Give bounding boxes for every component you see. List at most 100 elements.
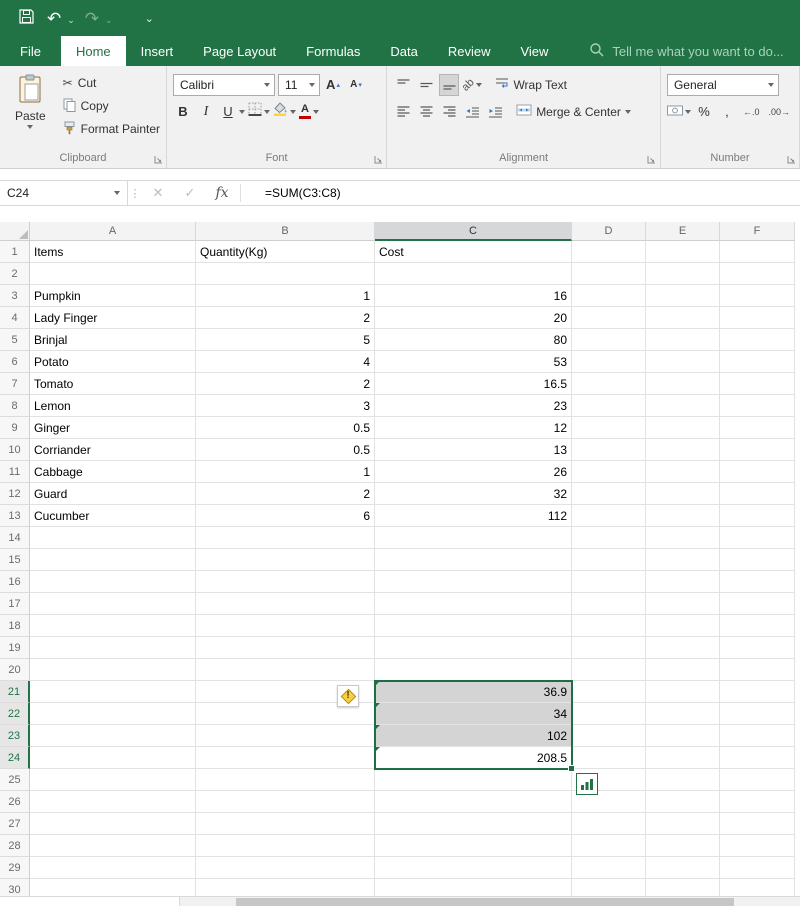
font-dialog-launcher-icon[interactable] — [373, 154, 383, 164]
tell-me-box[interactable]: Tell me what you want to do... — [589, 36, 784, 66]
row-header-3[interactable]: 3 — [0, 285, 30, 307]
cell-C27[interactable] — [375, 813, 572, 835]
cell-F11[interactable] — [720, 461, 795, 483]
cell-F6[interactable] — [720, 351, 795, 373]
cell-B29[interactable] — [196, 857, 375, 879]
cell-C2[interactable] — [375, 263, 572, 285]
row-header-9[interactable]: 9 — [0, 417, 30, 439]
cell-C17[interactable] — [375, 593, 572, 615]
cell-C28[interactable] — [375, 835, 572, 857]
cell-B18[interactable] — [196, 615, 375, 637]
cell-F13[interactable] — [720, 505, 795, 527]
cell-D9[interactable] — [572, 417, 646, 439]
cell-B27[interactable] — [196, 813, 375, 835]
cell-A20[interactable] — [30, 659, 196, 681]
tab-view[interactable]: View — [505, 36, 563, 66]
cell-B13[interactable]: 6 — [196, 505, 375, 527]
row-header-16[interactable]: 16 — [0, 571, 30, 593]
cell-C3[interactable]: 16 — [375, 285, 572, 307]
tab-data[interactable]: Data — [375, 36, 432, 66]
underline-button[interactable]: U — [219, 101, 245, 123]
percent-style-button[interactable]: % — [694, 101, 714, 123]
cell-A29[interactable] — [30, 857, 196, 879]
cell-C10[interactable]: 13 — [375, 439, 572, 461]
row-header-7[interactable]: 7 — [0, 373, 30, 395]
row-header-26[interactable]: 26 — [0, 791, 30, 813]
row-header-1[interactable]: 1 — [0, 241, 30, 263]
tab-page-layout[interactable]: Page Layout — [188, 36, 291, 66]
cell-A15[interactable] — [30, 549, 196, 571]
cell-C5[interactable]: 80 — [375, 329, 572, 351]
cell-E28[interactable] — [646, 835, 720, 857]
tab-file[interactable]: File — [0, 36, 61, 66]
cell-E19[interactable] — [646, 637, 720, 659]
row-header-19[interactable]: 19 — [0, 637, 30, 659]
row-header-14[interactable]: 14 — [0, 527, 30, 549]
cell-C26[interactable] — [375, 791, 572, 813]
cell-C6[interactable]: 53 — [375, 351, 572, 373]
cell-D13[interactable] — [572, 505, 646, 527]
paste-dropdown-icon[interactable] — [27, 125, 34, 129]
cell-C15[interactable] — [375, 549, 572, 571]
enter-button[interactable]: ✓ — [174, 181, 206, 205]
cell-D5[interactable] — [572, 329, 646, 351]
cell-A24[interactable] — [30, 747, 196, 769]
cell-A1[interactable]: Items — [30, 241, 196, 263]
row-header-27[interactable]: 27 — [0, 813, 30, 835]
cell-C22[interactable]: 34 — [375, 703, 572, 725]
cell-C18[interactable] — [375, 615, 572, 637]
align-left-button[interactable] — [393, 101, 413, 123]
cell-A18[interactable] — [30, 615, 196, 637]
shrink-font-button[interactable]: A ▾ — [346, 74, 366, 96]
cell-B23[interactable] — [196, 725, 375, 747]
cell-F24[interactable] — [720, 747, 795, 769]
cell-E26[interactable] — [646, 791, 720, 813]
row-header-11[interactable]: 11 — [0, 461, 30, 483]
cell-C7[interactable]: 16.5 — [375, 373, 572, 395]
cell-E2[interactable] — [646, 263, 720, 285]
tab-insert[interactable]: Insert — [126, 36, 189, 66]
cell-B2[interactable] — [196, 263, 375, 285]
align-center-button[interactable] — [416, 101, 436, 123]
cell-E27[interactable] — [646, 813, 720, 835]
row-header-8[interactable]: 8 — [0, 395, 30, 417]
cell-C9[interactable]: 12 — [375, 417, 572, 439]
cell-F5[interactable] — [720, 329, 795, 351]
cell-C24[interactable]: 208.5 — [375, 747, 572, 769]
font-color-button[interactable]: A — [299, 101, 319, 123]
align-middle-button[interactable] — [416, 74, 436, 96]
borders-button[interactable] — [248, 101, 270, 123]
cell-A19[interactable] — [30, 637, 196, 659]
column-header-E[interactable]: E — [646, 222, 720, 241]
cell-B26[interactable] — [196, 791, 375, 813]
row-header-10[interactable]: 10 — [0, 439, 30, 461]
grow-font-button[interactable]: A ▴ — [323, 74, 343, 96]
cell-E8[interactable] — [646, 395, 720, 417]
cell-D7[interactable] — [572, 373, 646, 395]
scrollbar-thumb[interactable] — [236, 898, 734, 906]
cell-D1[interactable] — [572, 241, 646, 263]
cell-E15[interactable] — [646, 549, 720, 571]
cell-A14[interactable] — [30, 527, 196, 549]
cell-B20[interactable] — [196, 659, 375, 681]
cell-D29[interactable] — [572, 857, 646, 879]
cell-D11[interactable] — [572, 461, 646, 483]
cell-F12[interactable] — [720, 483, 795, 505]
redo-icon[interactable]: ↷ — [81, 10, 103, 27]
row-header-23[interactable]: 23 — [0, 725, 30, 747]
cell-E13[interactable] — [646, 505, 720, 527]
cell-A26[interactable] — [30, 791, 196, 813]
cancel-button[interactable]: ✕ — [142, 181, 174, 205]
cell-D23[interactable] — [572, 725, 646, 747]
row-header-15[interactable]: 15 — [0, 549, 30, 571]
cell-A25[interactable] — [30, 769, 196, 791]
cell-D3[interactable] — [572, 285, 646, 307]
cell-F9[interactable] — [720, 417, 795, 439]
cell-C14[interactable] — [375, 527, 572, 549]
cell-D4[interactable] — [572, 307, 646, 329]
cell-E6[interactable] — [646, 351, 720, 373]
row-header-5[interactable]: 5 — [0, 329, 30, 351]
column-header-C[interactable]: C — [375, 222, 572, 241]
align-right-button[interactable] — [439, 101, 459, 123]
cell-D21[interactable] — [572, 681, 646, 703]
